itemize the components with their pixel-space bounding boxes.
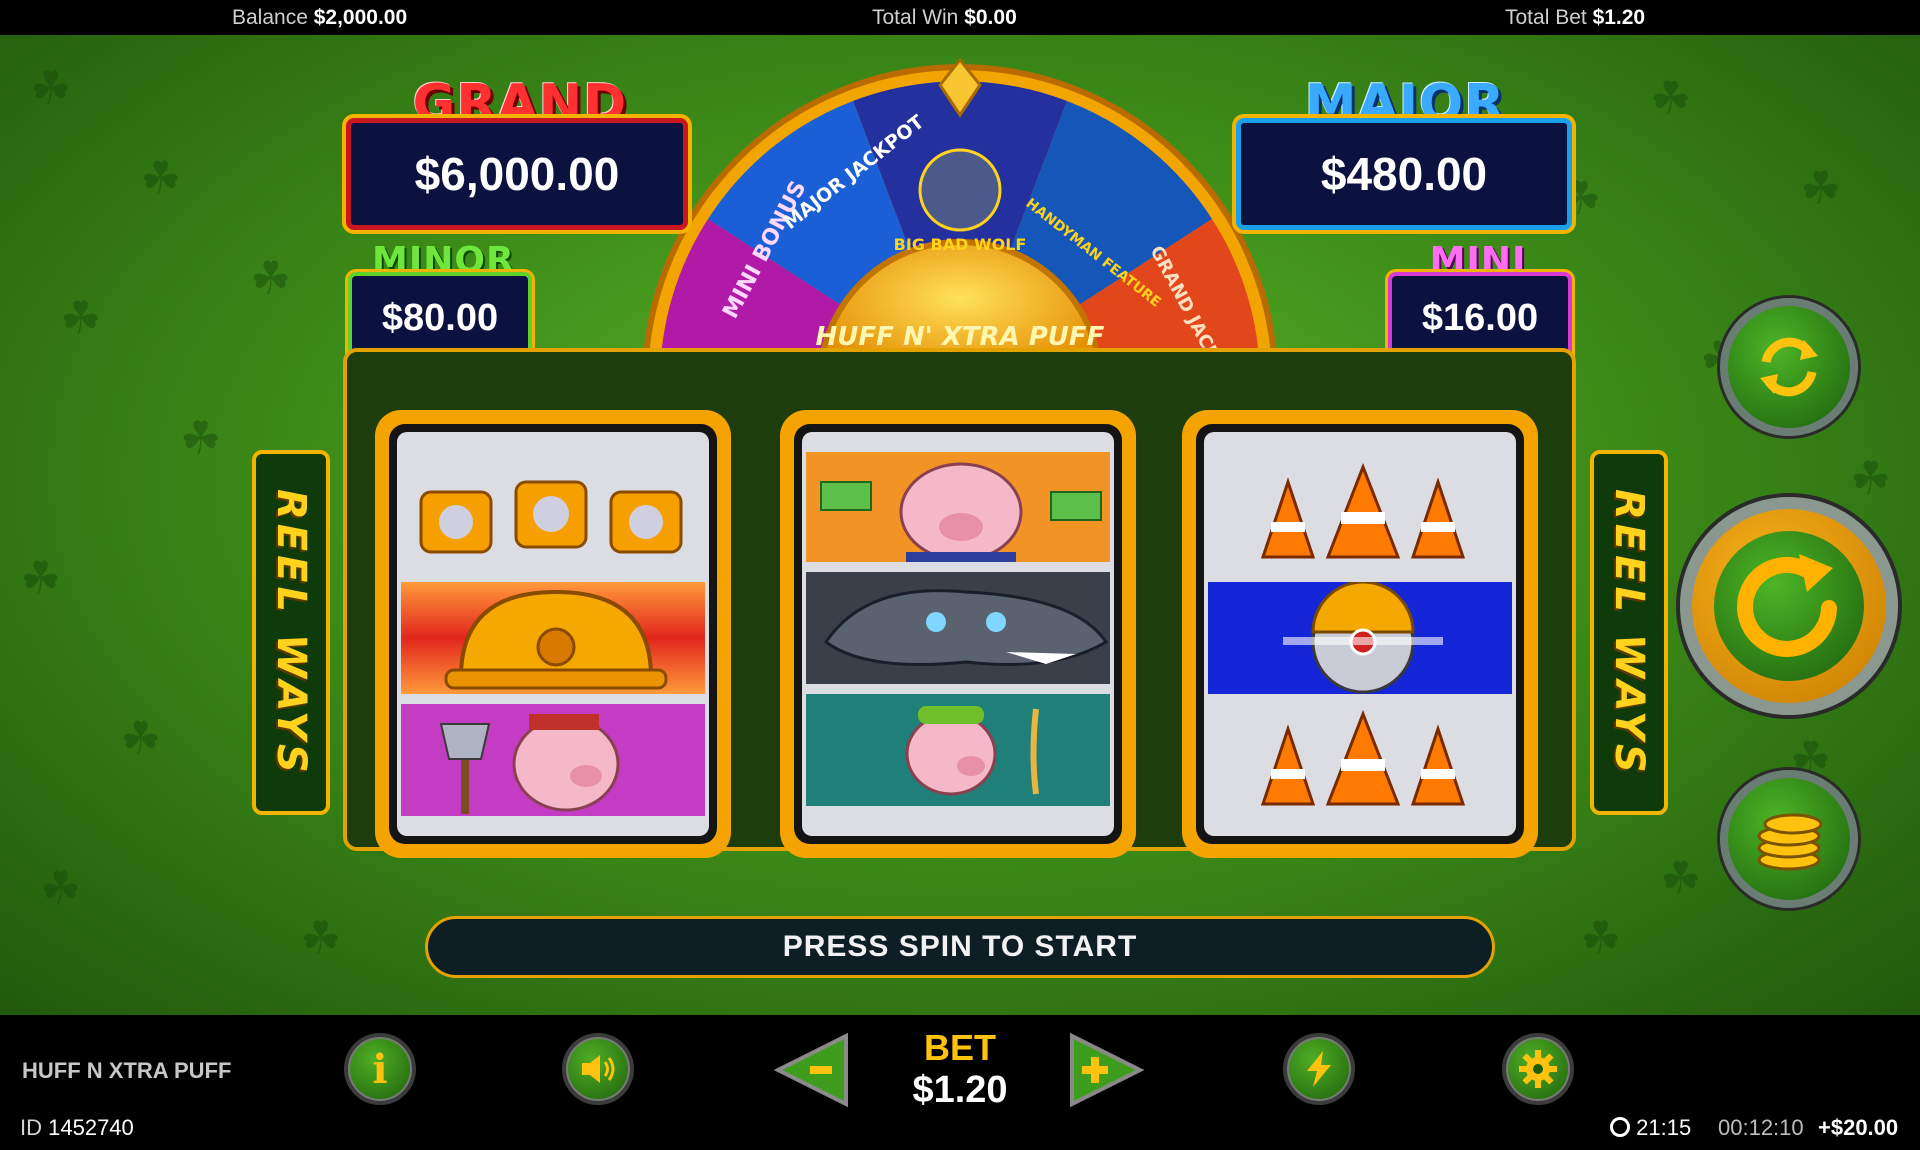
spin-button[interactable] xyxy=(1680,497,1898,715)
wolf-face-icon xyxy=(918,148,1002,232)
sound-button[interactable] xyxy=(562,1033,634,1105)
game-name: HUFF N XTRA PUFF xyxy=(22,1058,232,1083)
bet-increase-button[interactable] xyxy=(1066,1030,1146,1110)
info-icon: i xyxy=(372,1045,388,1093)
grand-jackpot-value: $6,000.00 xyxy=(346,118,688,230)
symbol-wheat-pig xyxy=(806,694,1110,806)
clock-value: 21:15 xyxy=(1636,1115,1692,1140)
bet-value: $1.20 xyxy=(912,1069,1008,1111)
symbol-traffic-cones-top xyxy=(1208,452,1512,572)
symbol-tape-measures xyxy=(401,452,705,572)
reel-1 xyxy=(375,410,731,858)
reel-2 xyxy=(780,410,1136,858)
bonus-wheel: MINI BONUS MAJOR JACKPOT BIG BAD WOLF HA… xyxy=(641,57,1279,400)
clover-icon: ☘ xyxy=(300,912,342,964)
refresh-icon xyxy=(1760,337,1818,397)
bottom-bar: HUFF N XTRA PUFF ID 1452740 BET $1.20 21… xyxy=(0,1015,1920,1150)
reel-ways-right-label: REEL WAYS xyxy=(1606,488,1652,777)
reel-ways-left: REEL WAYS xyxy=(252,450,330,815)
autoplay-button[interactable] xyxy=(1720,298,1858,436)
clover-icon: ☘ xyxy=(40,862,82,914)
clover-icon: ☘ xyxy=(1850,452,1892,504)
reel-ways-right: REEL WAYS xyxy=(1590,450,1668,815)
clover-icon: ☘ xyxy=(1660,852,1702,904)
gear-icon xyxy=(1519,1050,1557,1088)
clover-icon: ☘ xyxy=(180,412,222,464)
major-jackpot-value: $480.00 xyxy=(1236,118,1572,230)
message-bar: PRESS SPIN TO START xyxy=(425,916,1495,978)
symbol-circular-saw xyxy=(1208,580,1512,694)
clock-icon xyxy=(1610,1117,1630,1137)
bet-decrease-button[interactable] xyxy=(772,1030,852,1110)
spin-button-core[interactable] xyxy=(1714,531,1864,681)
turbo-button[interactable] xyxy=(1283,1033,1355,1105)
coins-icon xyxy=(1757,813,1823,871)
session-time: 00:12:10 xyxy=(1718,1115,1804,1140)
reel-ways-left-label: REEL WAYS xyxy=(268,488,314,777)
clover-icon: ☘ xyxy=(120,712,162,764)
spin-arrow-icon xyxy=(1737,554,1837,657)
clover-icon: ☘ xyxy=(1580,912,1622,964)
settings-button[interactable] xyxy=(1502,1033,1574,1105)
symbol-traffic-cones-bottom xyxy=(1208,704,1512,816)
clock-display: 21:15 xyxy=(1610,1115,1691,1141)
session-net: +$20.00 xyxy=(1818,1115,1899,1140)
clover-icon: ☘ xyxy=(20,552,62,604)
coins-button[interactable] xyxy=(1720,770,1858,908)
game-id-value: 1452740 xyxy=(48,1115,134,1140)
symbol-big-bad-wolf xyxy=(806,572,1110,684)
game-id-label: ID xyxy=(20,1115,42,1140)
symbol-hard-hat xyxy=(401,582,705,694)
speaker-icon xyxy=(582,1055,615,1083)
lightning-icon xyxy=(1307,1051,1331,1087)
wheel-label-wolf: BIG BAD WOLF xyxy=(894,235,1027,254)
symbol-axe-pig xyxy=(401,704,705,816)
bet-label: BET xyxy=(924,1027,996,1068)
game-id: ID 1452740 xyxy=(20,1115,134,1141)
symbol-money-pig xyxy=(806,452,1110,562)
info-button[interactable]: i xyxy=(344,1033,416,1105)
reel-3 xyxy=(1182,410,1538,858)
minus-icon xyxy=(810,1066,832,1074)
